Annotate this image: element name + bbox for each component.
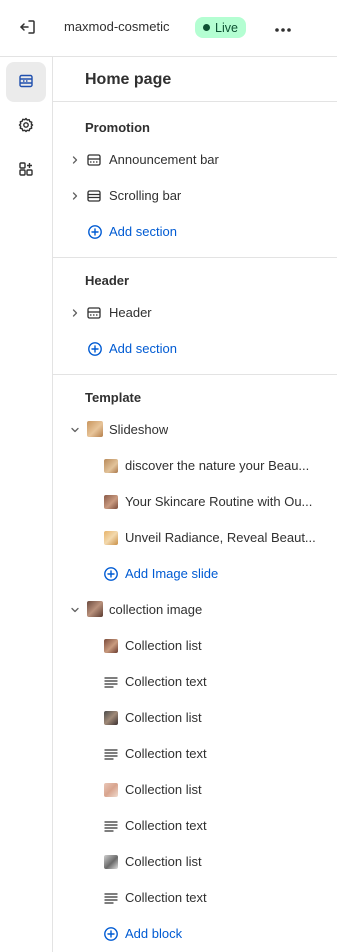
add-block-label: Add block	[125, 926, 183, 941]
add-section-button[interactable]: Add section	[53, 335, 337, 363]
collection-list-thumbnail	[104, 711, 118, 725]
status-badge: Live	[195, 17, 246, 38]
live-dot-icon	[203, 24, 210, 31]
page-title: Home page	[85, 71, 172, 88]
collection-list-thumbnail	[104, 855, 118, 869]
block-item[interactable]: Collection text	[53, 740, 337, 768]
divider	[53, 257, 337, 258]
announcement-bar-icon	[87, 154, 101, 166]
section-slideshow[interactable]: Slideshow	[53, 416, 337, 444]
text-lines-icon	[104, 749, 118, 760]
block-item[interactable]: Collection list	[53, 848, 337, 876]
block-item[interactable]: Collection list	[53, 632, 337, 660]
add-section-button[interactable]: Add section	[53, 218, 337, 246]
block-label: Collection text	[125, 746, 207, 761]
slide-thumbnail	[104, 531, 118, 545]
exit-button[interactable]	[17, 17, 39, 39]
add-section-label: Add section	[109, 224, 177, 239]
chevron-right-icon[interactable]	[69, 154, 81, 166]
text-lines-icon	[104, 821, 118, 832]
add-image-slide-label: Add Image slide	[125, 566, 219, 581]
rail-sections-button[interactable]	[6, 62, 46, 102]
add-circle-icon	[88, 342, 102, 356]
text-lines-icon	[104, 893, 118, 904]
chevron-right-icon[interactable]	[69, 307, 81, 319]
group-title-header: Header	[85, 273, 130, 288]
section-label: collection image	[109, 602, 203, 617]
section-label: Announcement bar	[109, 152, 219, 167]
scrolling-bar-icon	[87, 190, 101, 202]
chevron-down-icon[interactable]	[69, 424, 81, 436]
more-actions-button[interactable]	[271, 17, 295, 39]
divider	[53, 374, 337, 375]
block-label: Collection list	[125, 854, 202, 869]
block-label: Collection list	[125, 710, 202, 725]
add-circle-icon	[104, 567, 118, 581]
more-horizontal-icon	[274, 21, 292, 36]
collection-image-thumbnail	[87, 601, 103, 617]
add-section-label: Add section	[109, 341, 177, 356]
section-announcement-bar[interactable]: Announcement bar	[53, 146, 337, 174]
collection-list-thumbnail	[104, 783, 118, 797]
block-item[interactable]: Collection list	[53, 776, 337, 804]
text-lines-icon	[104, 677, 118, 688]
exit-icon	[19, 18, 37, 39]
chevron-down-icon[interactable]	[69, 604, 81, 616]
slideshow-thumbnail	[87, 421, 103, 437]
divider	[53, 101, 337, 102]
sections-panel: Home page Promotion Announcement bar Scr…	[53, 57, 337, 952]
rail-apps-button[interactable]	[6, 150, 46, 190]
header-icon	[87, 307, 101, 319]
add-block-button[interactable]: Add block	[53, 920, 337, 948]
top-bar: maxmod-cosmetic Live	[0, 0, 337, 57]
slide-label: discover the nature your Beau...	[125, 458, 310, 473]
chevron-right-icon[interactable]	[69, 190, 81, 202]
section-collection-image[interactable]: collection image	[53, 596, 337, 624]
block-item[interactable]: Collection text	[53, 668, 337, 696]
block-label: Collection text	[125, 818, 207, 833]
status-badge-label: Live	[215, 20, 238, 35]
slide-label: Your Skincare Routine with Ou...	[125, 494, 313, 509]
block-label: Collection list	[125, 782, 202, 797]
section-label: Slideshow	[109, 422, 169, 437]
add-image-slide-button[interactable]: Add Image slide	[53, 560, 337, 588]
slide-item[interactable]: discover the nature your Beau...	[53, 452, 337, 480]
collection-list-thumbnail	[104, 639, 118, 653]
group-title-promotion: Promotion	[85, 120, 150, 135]
slide-thumbnail	[104, 495, 118, 509]
left-rail	[0, 57, 53, 952]
group-title-template: Template	[85, 390, 142, 405]
slide-label: Unveil Radiance, Reveal Beaut...	[125, 530, 316, 545]
section-header[interactable]: Header	[53, 299, 337, 327]
apps-add-icon	[18, 161, 34, 180]
block-label: Collection text	[125, 674, 207, 689]
slide-thumbnail	[104, 459, 118, 473]
sections-icon	[18, 73, 34, 92]
section-label: Header	[109, 305, 152, 320]
block-item[interactable]: Collection text	[53, 812, 337, 840]
add-circle-icon	[104, 927, 118, 941]
gear-icon	[18, 117, 34, 136]
section-scrolling-bar[interactable]: Scrolling bar	[53, 182, 337, 210]
section-label: Scrolling bar	[109, 188, 182, 203]
store-name[interactable]: maxmod-cosmetic	[64, 19, 169, 34]
slide-item[interactable]: Your Skincare Routine with Ou...	[53, 488, 337, 516]
slide-item[interactable]: Unveil Radiance, Reveal Beaut...	[53, 524, 337, 552]
block-label: Collection text	[125, 890, 207, 905]
block-label: Collection list	[125, 638, 202, 653]
add-circle-icon	[88, 225, 102, 239]
rail-settings-button[interactable]	[6, 106, 46, 146]
block-item[interactable]: Collection list	[53, 704, 337, 732]
block-item[interactable]: Collection text	[53, 884, 337, 912]
